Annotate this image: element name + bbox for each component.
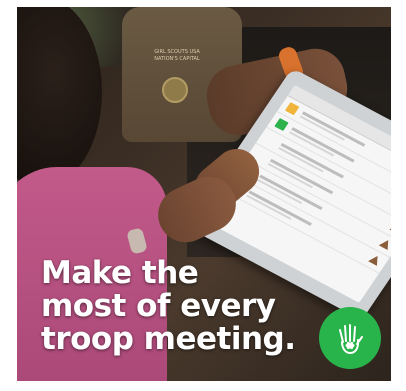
- vest-pin: [162, 77, 188, 103]
- girl-scouts-logo: [319, 307, 381, 369]
- headline-line-2: most of every: [41, 288, 276, 324]
- badge-triangle: [378, 237, 391, 251]
- badge-triangle: [368, 253, 382, 266]
- headline-line-3: troop meeting.: [41, 321, 296, 357]
- green-chip: [274, 117, 289, 132]
- photo: GIRL SCOUTS USA NATION'S CAPITAL Make th…: [17, 7, 391, 381]
- headline-line-1: Make the: [41, 255, 199, 291]
- yellow-chip: [284, 102, 300, 116]
- headline: Make the most of every troop meeting.: [41, 257, 331, 356]
- foreground-head: [17, 7, 102, 187]
- vest-badge-text: GIRL SCOUTS USA NATION'S CAPITAL: [154, 49, 200, 62]
- badge-triangle: [389, 221, 391, 235]
- hand-trefoil-icon: [339, 324, 363, 354]
